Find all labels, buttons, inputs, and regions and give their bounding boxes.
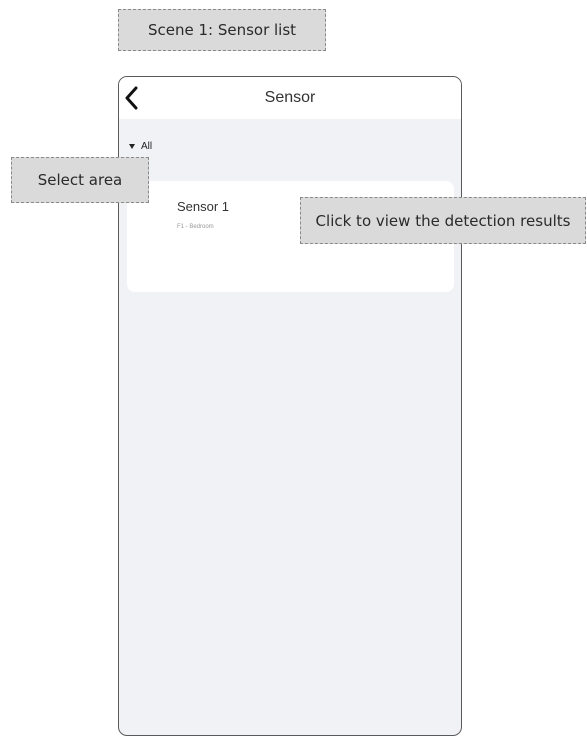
page-title: Sensor [264,89,316,106]
select-area-annotation: Select area [11,157,149,203]
detection-annotation: Click to view the detection results [300,197,586,244]
nav-bar: Sensor [119,77,461,119]
sensor-name: Sensor 1 [177,199,230,214]
area-filter-label: All [141,141,153,152]
scene-annotation: Scene 1: Sensor list [118,9,326,51]
caret-down-icon [129,144,135,149]
area-filter[interactable]: All [129,141,152,152]
sensor-location: F1 - Bedroom [177,224,214,230]
phone-screen: Sensor All Sensor 1 F1 - Bedroom [118,76,462,736]
